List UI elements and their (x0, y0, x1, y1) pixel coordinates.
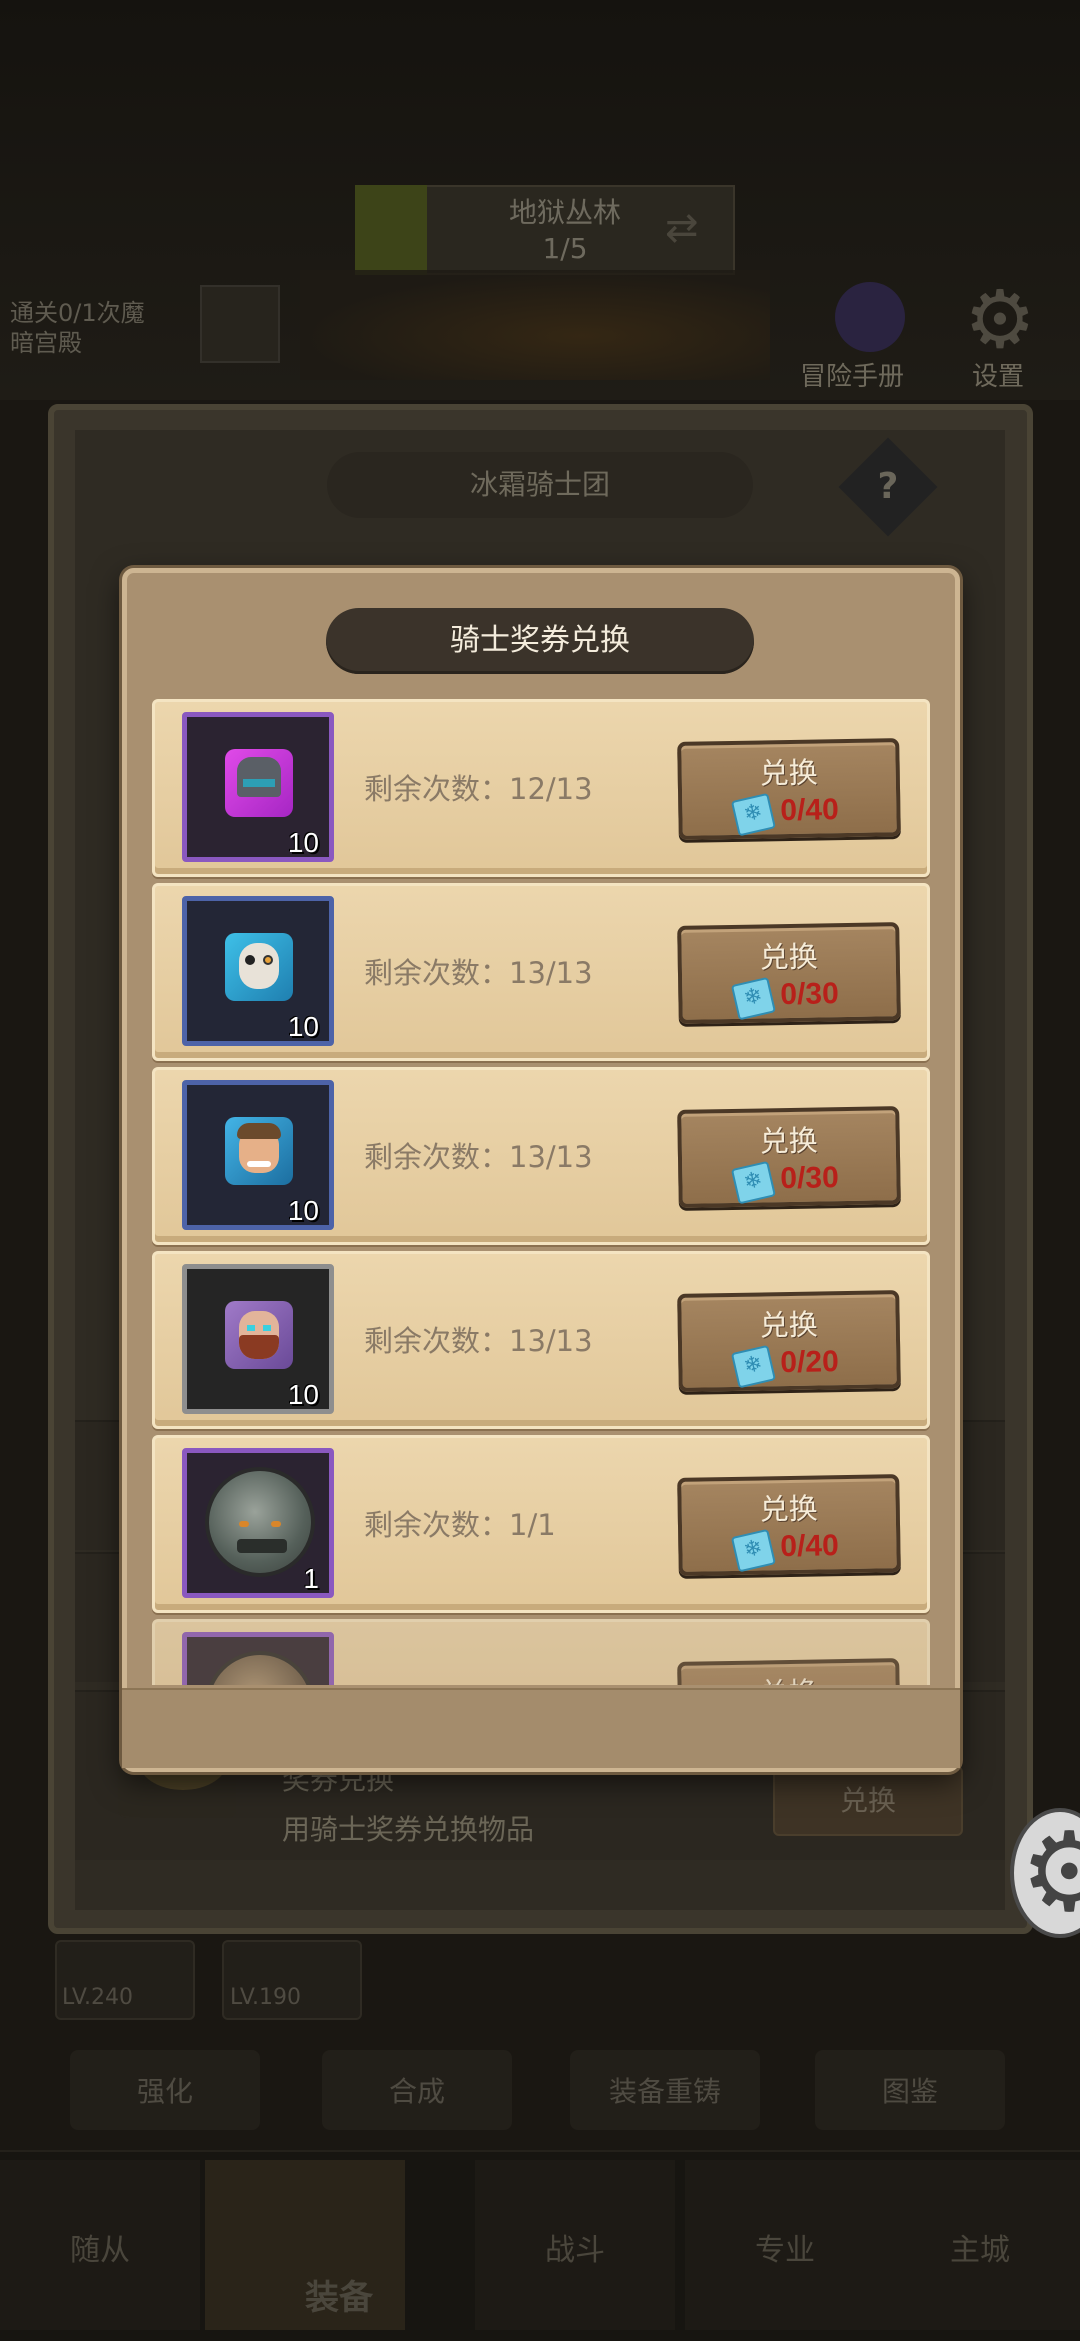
gear-icon[interactable]: ⚙ (1020, 1812, 1080, 1932)
bottom-tab-city-label[interactable]: 主城 (880, 2225, 1080, 2269)
remaining-count: 剩余次数：13/13 (364, 956, 593, 990)
guide-label[interactable]: 冒险手册 (800, 356, 904, 393)
remaining-count: 剩余次数：1/1 (364, 1508, 556, 1542)
level-thumbnail (355, 185, 427, 275)
equip-slot-level: LV.190 (230, 1985, 302, 2010)
exchange-button[interactable]: 兑换 ❄ 0/40 (677, 1474, 901, 1576)
item-quantity: 10 (287, 1011, 319, 1042)
level-progress: 1/5 (542, 232, 588, 265)
knight-panel-title: 冰霜骑士团 (469, 468, 610, 501)
ticket-icon: ❄ (730, 1344, 777, 1389)
ticket-icon: ❄ (730, 1528, 777, 1573)
settings-label[interactable]: 设置 (972, 356, 1024, 393)
item-quantity: 10 (287, 1379, 319, 1410)
scene-art (300, 270, 770, 380)
ticket-cost: 0/40 (780, 1529, 840, 1564)
item-frame[interactable]: 10 (182, 1080, 334, 1230)
exchange-label[interactable]: 兑换 (681, 1668, 896, 1685)
exchange-label[interactable]: 兑换 (681, 1116, 896, 1162)
voucher-exchange-label[interactable]: 兑换 (773, 1766, 963, 1836)
brown-hair-hero-icon (225, 1117, 293, 1185)
ticket-icon: ❄ (730, 792, 777, 837)
knight-helmet-icon (225, 749, 293, 817)
exchange-button[interactable]: 兑换 ❄ 0/20 (677, 1290, 901, 1392)
reward-row: 10 剩余次数：12/13 兑换 ❄ 0/40 (152, 699, 930, 877)
beast-icon (205, 1651, 315, 1685)
settings-gear-icon[interactable]: ⚙ (955, 275, 1045, 365)
goggles-hero-icon (225, 933, 293, 1001)
tab-reforge-label[interactable]: 装备重铸 (570, 2070, 760, 2110)
ticket-icon: ❄ (730, 976, 777, 1021)
exchange-button[interactable]: 兑换 ❄ 0/30 (677, 1106, 901, 1208)
ticket-cost: 0/30 (780, 1161, 840, 1196)
modal-footer (122, 1688, 960, 1768)
reward-row: 1 剩余次数：1/1 兑换 ❄ 0/40 (152, 1435, 930, 1613)
swap-arrow-icon[interactable]: ⇄ (665, 205, 715, 255)
ticket-cost: 0/40 (780, 793, 840, 828)
modal-title: 骑士奖券兑换 (450, 623, 630, 658)
reward-row: 10 剩余次数：13/13 兑换 ❄ 0/20 (152, 1251, 930, 1429)
item-frame[interactable]: 10 (182, 712, 334, 862)
item-frame[interactable] (182, 1632, 334, 1685)
reward-row: 10 剩余次数：13/13 兑换 ❄ 0/30 (152, 883, 930, 1061)
exchange-label[interactable]: 兑换 (681, 1484, 896, 1530)
remaining-count: 剩余次数：13/13 (364, 1140, 593, 1174)
level-info: 地狱丛林 1/5 (440, 195, 690, 267)
quest-note-line: 暗宫殿 (10, 329, 82, 357)
ticket-cost: 0/30 (780, 977, 840, 1012)
guide-book-icon[interactable] (835, 282, 905, 352)
item-frame[interactable]: 1 (182, 1448, 334, 1598)
remaining-count: 剩余次数：13/13 (364, 1324, 593, 1358)
exchange-button[interactable]: 兑换 ❄ 0/30 (677, 922, 901, 1024)
quest-note-line: 通关0/1次魔 (10, 299, 145, 327)
equip-slot-level: LV.240 (62, 1985, 134, 2010)
reward-row: 10 剩余次数：13/13 兑换 ❄ 0/30 (152, 1067, 930, 1245)
tab-codex-label[interactable]: 图鉴 (815, 2070, 1005, 2110)
level-name: 地狱丛林 (508, 196, 621, 229)
remaining-count: 剩余次数：12/13 (364, 772, 593, 806)
item-frame[interactable]: 10 (182, 1264, 334, 1414)
exchange-label[interactable]: 兑换 (681, 1300, 896, 1346)
exchange-label[interactable]: 兑换 (681, 932, 896, 978)
bottom-tab-profession-label[interactable]: 专业 (685, 2225, 885, 2269)
tab-combine-label[interactable]: 合成 (322, 2070, 512, 2110)
item-quantity: 1 (303, 1563, 319, 1594)
bottom-tab-battle-label[interactable]: 战斗 (475, 2225, 675, 2269)
item-frame[interactable]: 10 (182, 896, 334, 1046)
reward-row: 兑换 (152, 1619, 930, 1685)
item-quantity: 10 (287, 827, 319, 858)
voucher-row-desc: 用骑士奖券兑换物品 (282, 1813, 535, 1846)
bottom-tab-equipment-label[interactable]: 装备 (305, 2270, 373, 2319)
ticket-cost: 0/20 (780, 1345, 840, 1380)
reward-list[interactable]: 10 剩余次数：12/13 兑换 ❄ 0/40 10 剩余次数：13/13 兑换… (148, 695, 934, 1685)
question-icon[interactable]: ? (853, 452, 923, 522)
exchange-button[interactable]: 兑换 ❄ 0/40 (677, 738, 901, 840)
exchange-button[interactable]: 兑换 (677, 1658, 901, 1685)
stone-beast-icon (205, 1467, 315, 1577)
ticket-icon: ❄ (730, 1160, 777, 1205)
chest-icon[interactable] (200, 285, 280, 363)
bottom-tab-followers-label[interactable]: 随从 (0, 2225, 200, 2269)
quest-note: 通关0/1次魔 暗宫殿 (10, 298, 145, 358)
item-quantity: 10 (287, 1195, 319, 1226)
bearded-hero-icon (225, 1301, 293, 1369)
exchange-label[interactable]: 兑换 (681, 748, 896, 794)
tab-enhance-label[interactable]: 强化 (70, 2070, 260, 2110)
